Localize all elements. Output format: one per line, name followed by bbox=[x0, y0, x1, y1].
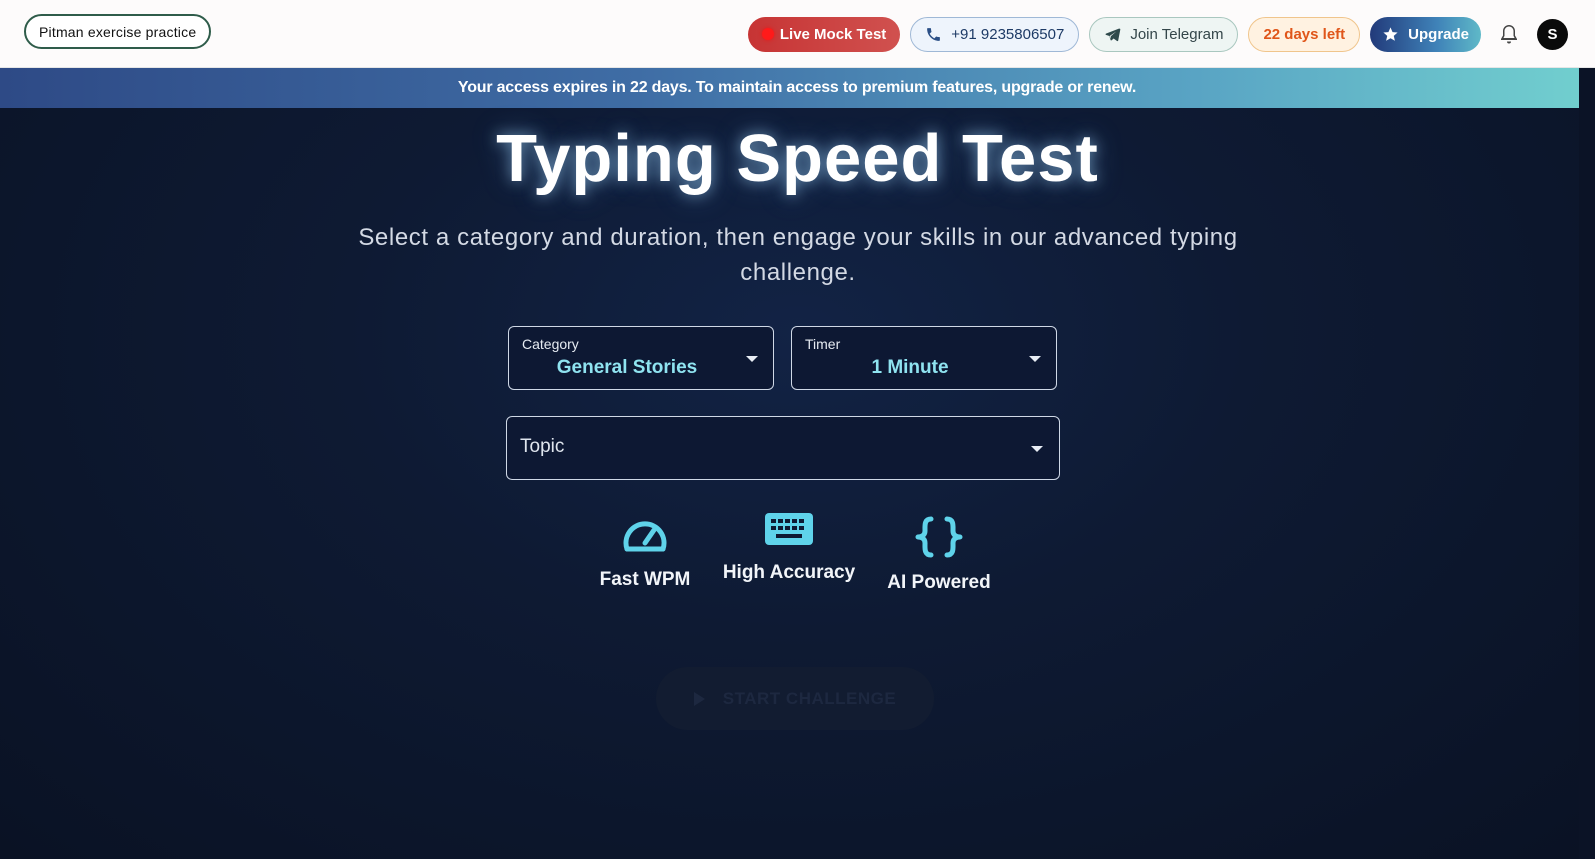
feature-ai-powered: AI Powered bbox=[872, 516, 1006, 594]
days-left-badge: 22 days left bbox=[1248, 16, 1361, 52]
chevron-down-icon bbox=[746, 356, 758, 362]
chevron-down-icon bbox=[1031, 446, 1043, 452]
feature-fast-wpm: Fast WPM bbox=[572, 513, 718, 591]
upgrade-label: Upgrade bbox=[1408, 25, 1469, 43]
join-telegram-label: Join Telegram bbox=[1130, 25, 1224, 43]
category-select[interactable]: Category General Stories bbox=[508, 326, 774, 390]
category-value: General Stories bbox=[556, 357, 698, 378]
feature-high-accuracy-label: High Accuracy bbox=[722, 562, 856, 583]
phone-number: +91 9235806507 bbox=[951, 25, 1065, 43]
feature-fast-wpm-label: Fast WPM bbox=[599, 569, 691, 590]
category-label: Category bbox=[522, 336, 579, 352]
telegram-icon bbox=[1104, 26, 1121, 43]
page-subtitle: Select a category and duration, then eng… bbox=[358, 224, 1238, 286]
page-scrollbar[interactable] bbox=[1579, 68, 1595, 859]
live-dot-icon bbox=[761, 28, 774, 40]
feature-high-accuracy: High Accuracy bbox=[706, 510, 872, 584]
start-challenge-label: START CHALLENGE bbox=[722, 688, 897, 708]
access-expiry-banner: Your access expires in 22 days. To maint… bbox=[0, 68, 1595, 108]
days-left-label: 22 days left bbox=[1263, 25, 1346, 43]
speedometer-icon bbox=[572, 513, 718, 561]
start-challenge-button[interactable]: START CHALLENGE bbox=[656, 667, 934, 730]
code-braces-icon bbox=[872, 516, 1006, 564]
join-telegram-button[interactable]: Join Telegram bbox=[1089, 16, 1239, 52]
timer-value: 1 Minute bbox=[871, 357, 949, 378]
feature-ai-powered-label: AI Powered bbox=[887, 572, 991, 593]
play-icon bbox=[693, 691, 705, 706]
brand-button[interactable]: Pitman exercise practice bbox=[24, 14, 212, 49]
star-icon bbox=[1382, 26, 1399, 43]
upgrade-button[interactable]: Upgrade bbox=[1370, 16, 1481, 52]
topic-placeholder: Topic bbox=[520, 436, 565, 457]
phone-button[interactable]: +91 9235806507 bbox=[910, 16, 1080, 52]
avatar[interactable]: S bbox=[1537, 18, 1568, 50]
top-navbar: Pitman exercise practice Live Mock Test … bbox=[0, 0, 1595, 68]
brand-label: Pitman exercise practice bbox=[39, 23, 197, 40]
live-mock-test-button[interactable]: Live Mock Test bbox=[747, 16, 901, 52]
access-expiry-text: Your access expires in 22 days. To maint… bbox=[457, 79, 1137, 96]
timer-label: Timer bbox=[805, 336, 841, 352]
bell-icon[interactable] bbox=[1497, 22, 1521, 46]
keyboard-icon bbox=[706, 510, 872, 554]
topic-select[interactable]: Topic bbox=[506, 416, 1060, 480]
main-content: Typing Speed Test Select a category and … bbox=[0, 108, 1595, 859]
phone-icon bbox=[925, 26, 942, 43]
page-title: Typing Speed Test bbox=[496, 121, 1099, 196]
timer-select[interactable]: Timer 1 Minute bbox=[791, 326, 1057, 390]
live-mock-test-label: Live Mock Test bbox=[779, 25, 887, 43]
avatar-initial: S bbox=[1547, 25, 1558, 43]
chevron-down-icon bbox=[1029, 356, 1041, 362]
nav-actions: Live Mock Test +91 9235806507 Join Teleg… bbox=[747, 0, 1595, 68]
